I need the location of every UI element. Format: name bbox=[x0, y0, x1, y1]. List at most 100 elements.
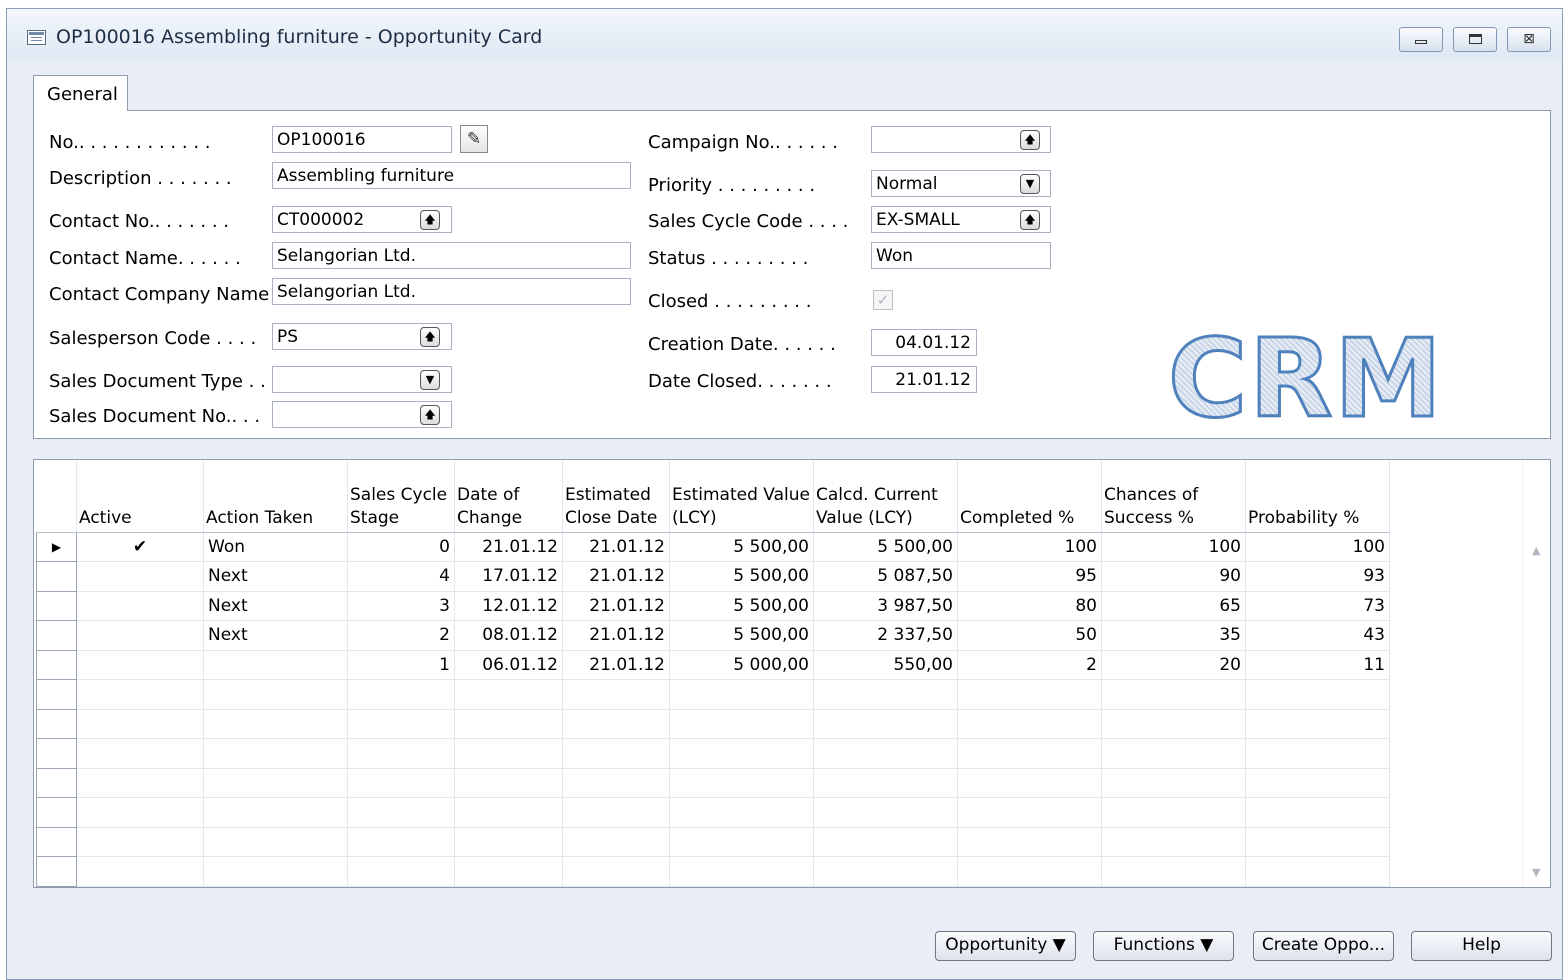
cell-current-value[interactable]: 2 337,50 bbox=[813, 620, 958, 651]
cell-active[interactable] bbox=[76, 591, 204, 621]
col-estimated-value[interactable]: Estimated Value (LCY) bbox=[669, 460, 814, 533]
functions-menu-button[interactable]: Functions ▼ bbox=[1093, 931, 1234, 961]
cell-completed[interactable]: 50 bbox=[957, 620, 1102, 651]
empty-cell[interactable] bbox=[1101, 797, 1246, 828]
status-field[interactable]: Won bbox=[871, 242, 1051, 269]
empty-cell[interactable] bbox=[454, 709, 563, 739]
cell-current-value[interactable]: 550,00 bbox=[813, 650, 958, 680]
row-selector[interactable] bbox=[36, 620, 77, 651]
cell-stage[interactable]: 3 bbox=[347, 591, 455, 621]
empty-cell[interactable] bbox=[957, 827, 1102, 857]
cell-probability[interactable]: 73 bbox=[1245, 591, 1390, 621]
empty-cell[interactable] bbox=[813, 827, 958, 857]
row-selector[interactable] bbox=[36, 679, 77, 710]
empty-cell[interactable] bbox=[813, 679, 958, 710]
cell-action-taken[interactable]: Next bbox=[203, 591, 348, 621]
cell-active[interactable] bbox=[76, 650, 204, 680]
sales-cycle-lookup-icon[interactable]: 🡅 bbox=[1020, 210, 1040, 230]
empty-row[interactable] bbox=[36, 797, 1390, 828]
campaign-lookup-icon[interactable]: 🡅 bbox=[1020, 130, 1040, 150]
table-row[interactable]: Next 2 08.01.12 21.01.12 5 500,00 2 337,50 50 3… bbox=[36, 620, 1390, 651]
empty-cell[interactable] bbox=[1245, 827, 1390, 857]
maximize-button[interactable] bbox=[1453, 27, 1497, 52]
cell-chances[interactable]: 65 bbox=[1101, 591, 1246, 621]
closed-checkbox[interactable]: ✓ bbox=[873, 290, 893, 310]
cell-probability[interactable]: 93 bbox=[1245, 561, 1390, 592]
col-current-value[interactable]: Calcd. Current Value (LCY) bbox=[813, 460, 958, 533]
empty-cell[interactable] bbox=[76, 797, 204, 828]
cell-current-value[interactable]: 3 987,50 bbox=[813, 591, 958, 621]
cell-completed[interactable]: 100 bbox=[957, 532, 1102, 562]
col-estimated-close-date[interactable]: Estimated Close Date bbox=[562, 460, 670, 533]
cell-current-value[interactable]: 5 500,00 bbox=[813, 532, 958, 562]
empty-cell[interactable] bbox=[76, 679, 204, 710]
col-chances[interactable]: Chances of Success % bbox=[1101, 460, 1246, 533]
empty-cell[interactable] bbox=[347, 679, 455, 710]
empty-cell[interactable] bbox=[1245, 738, 1390, 769]
cell-stage[interactable]: 2 bbox=[347, 620, 455, 651]
cell-estimated-value[interactable]: 5 500,00 bbox=[669, 591, 814, 621]
empty-cell[interactable] bbox=[76, 709, 204, 739]
row-selector[interactable] bbox=[36, 738, 77, 769]
col-probability[interactable]: Probability % bbox=[1245, 460, 1390, 533]
empty-cell[interactable] bbox=[1101, 679, 1246, 710]
empty-cell[interactable] bbox=[203, 738, 348, 769]
cell-action-taken[interactable]: Next bbox=[203, 620, 348, 651]
cell-estimated-value[interactable]: 5 500,00 bbox=[669, 620, 814, 651]
empty-cell[interactable] bbox=[347, 768, 455, 798]
cell-current-value[interactable]: 5 087,50 bbox=[813, 561, 958, 592]
empty-cell[interactable] bbox=[957, 856, 1102, 887]
cell-date-of-change[interactable]: 08.01.12 bbox=[454, 620, 563, 651]
empty-cell[interactable] bbox=[562, 827, 670, 857]
row-selector[interactable] bbox=[36, 561, 77, 592]
cell-date-of-change[interactable]: 21.01.12 bbox=[454, 532, 563, 562]
scroll-up-icon[interactable]: ▲ bbox=[1532, 544, 1540, 557]
cell-stage[interactable]: 1 bbox=[347, 650, 455, 680]
empty-cell[interactable] bbox=[1101, 709, 1246, 739]
empty-cell[interactable] bbox=[347, 738, 455, 769]
cell-close-date[interactable]: 21.01.12 bbox=[562, 650, 670, 680]
cell-active[interactable] bbox=[76, 620, 204, 651]
empty-cell[interactable] bbox=[1245, 768, 1390, 798]
row-selector[interactable] bbox=[36, 649, 77, 680]
row-selector[interactable] bbox=[36, 826, 77, 857]
table-row[interactable]: ▶ ✔ Won 0 21.01.12 21.01.12 5 500,00 5 500,00 10… bbox=[36, 531, 1390, 562]
cell-action-taken[interactable]: Won bbox=[203, 532, 348, 562]
cell-probability[interactable]: 11 bbox=[1245, 650, 1390, 680]
empty-cell[interactable] bbox=[669, 827, 814, 857]
empty-cell[interactable] bbox=[76, 827, 204, 857]
col-sales-cycle-stage[interactable]: Sales Cycle Stage bbox=[347, 460, 455, 533]
empty-cell[interactable] bbox=[454, 856, 563, 887]
col-completed[interactable]: Completed % bbox=[957, 460, 1102, 533]
empty-cell[interactable] bbox=[669, 738, 814, 769]
priority-dropdown-icon[interactable]: ▼ bbox=[1020, 174, 1040, 194]
no-field[interactable]: OP100016 bbox=[272, 126, 452, 153]
empty-cell[interactable] bbox=[1245, 797, 1390, 828]
cell-stage[interactable]: 0 bbox=[347, 532, 455, 562]
empty-cell[interactable] bbox=[669, 797, 814, 828]
empty-cell[interactable] bbox=[562, 679, 670, 710]
sales-doc-type-dropdown-icon[interactable]: ▼ bbox=[420, 370, 440, 390]
cell-action-taken[interactable]: Next bbox=[203, 561, 348, 592]
empty-cell[interactable] bbox=[562, 768, 670, 798]
empty-cell[interactable] bbox=[669, 856, 814, 887]
row-selector[interactable] bbox=[36, 767, 77, 798]
create-opportunity-button[interactable]: Create Oppo... bbox=[1253, 931, 1394, 961]
empty-cell[interactable] bbox=[454, 768, 563, 798]
empty-cell[interactable] bbox=[813, 738, 958, 769]
empty-row[interactable] bbox=[36, 708, 1390, 739]
empty-cell[interactable] bbox=[347, 797, 455, 828]
cell-estimated-value[interactable]: 5 500,00 bbox=[669, 532, 814, 562]
empty-cell[interactable] bbox=[1101, 768, 1246, 798]
empty-cell[interactable] bbox=[1245, 679, 1390, 710]
contact-name-field[interactable]: Selangorian Ltd. bbox=[272, 242, 631, 269]
description-field[interactable]: Assembling furniture bbox=[272, 162, 631, 189]
empty-cell[interactable] bbox=[813, 856, 958, 887]
table-row[interactable]: 1 06.01.12 21.01.12 5 000,00 550,00 2 20 11 bbox=[36, 649, 1390, 680]
row-selector[interactable] bbox=[36, 856, 77, 887]
col-date-of-change[interactable]: Date of Change bbox=[454, 460, 563, 533]
empty-cell[interactable] bbox=[347, 827, 455, 857]
cell-chances[interactable]: 100 bbox=[1101, 532, 1246, 562]
empty-row[interactable] bbox=[36, 738, 1390, 769]
cell-active[interactable] bbox=[76, 561, 204, 592]
